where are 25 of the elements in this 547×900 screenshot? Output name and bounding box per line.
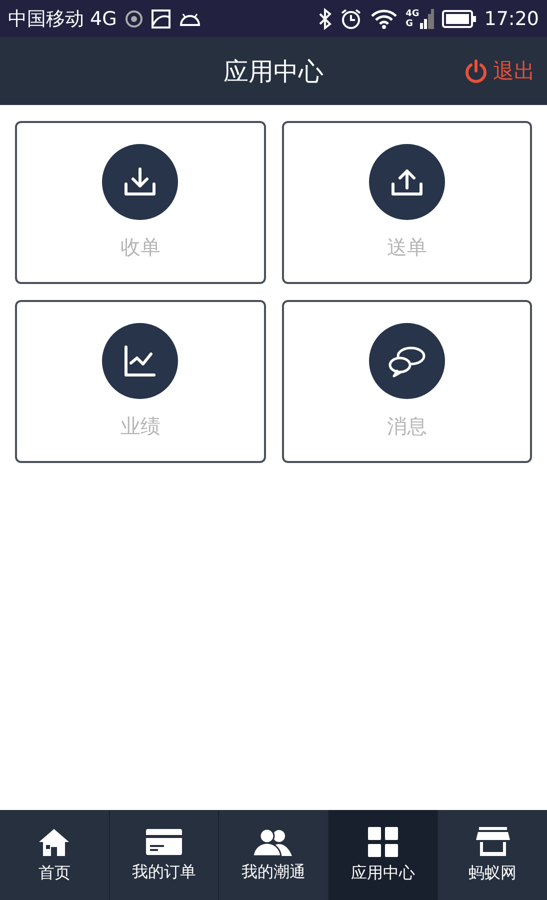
store-icon bbox=[476, 826, 510, 856]
page-title: 应用中心 bbox=[224, 56, 324, 88]
nav-tab[interactable]: 应用中心 bbox=[328, 810, 438, 900]
logout-button[interactable]: 退出 bbox=[465, 57, 535, 85]
status-time: 17:20 bbox=[484, 8, 539, 30]
app-label: 送单 bbox=[386, 234, 427, 261]
app-label: 业绩 bbox=[120, 413, 160, 440]
line-chart-icon bbox=[122, 343, 158, 379]
app-label: 消息 bbox=[386, 413, 427, 440]
image-icon bbox=[150, 8, 171, 28]
bluetooth-icon bbox=[318, 8, 332, 30]
battery-icon bbox=[442, 10, 476, 28]
hotspot-icon bbox=[124, 10, 143, 28]
home-icon bbox=[38, 826, 70, 856]
card-icon bbox=[144, 828, 183, 856]
carrier-name: 中国移动 4G bbox=[8, 6, 117, 32]
network-type-label: G bbox=[406, 18, 414, 28]
power-icon bbox=[465, 59, 487, 83]
wifi-icon bbox=[370, 8, 398, 28]
grid-icon bbox=[368, 826, 398, 856]
signal-icon bbox=[420, 8, 434, 28]
alarm-icon bbox=[340, 8, 362, 30]
network-type-label: 4G bbox=[406, 8, 420, 18]
app-label: 收单 bbox=[120, 234, 160, 261]
people-icon bbox=[253, 828, 294, 856]
